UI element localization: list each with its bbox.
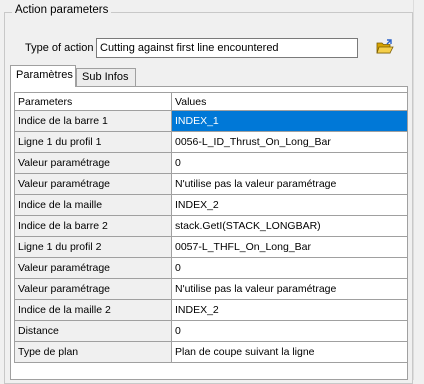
type-of-action-input[interactable] <box>96 38 358 58</box>
table-row[interactable]: Indice de la maille 2 INDEX_2 <box>14 299 408 321</box>
column-header-values[interactable]: Values <box>171 92 408 111</box>
outer-scrollbar[interactable] <box>413 0 424 380</box>
open-folder-icon <box>376 39 394 54</box>
column-header-parameters[interactable]: Parameters <box>14 92 172 111</box>
parameter-name-cell: Valeur paramétrage <box>14 152 172 174</box>
tab-parametres[interactable]: Paramètres <box>10 65 76 87</box>
parameter-value-cell[interactable]: INDEX_1 <box>171 110 408 132</box>
parameter-value-cell[interactable]: INDEX_2 <box>171 299 408 321</box>
parameter-name-cell: Indice de la maille 2 <box>14 299 172 321</box>
parameter-value-cell[interactable]: 0057-L_THFL_On_Long_Bar <box>171 236 408 258</box>
parameter-name-cell: Type de plan <box>14 341 172 363</box>
parameter-name-cell: Indice de la maille <box>14 194 172 216</box>
table-row[interactable]: Valeur paramétrage N'utilise pas la valeu… <box>14 278 408 300</box>
tab-sub-infos[interactable]: Sub Infos <box>76 68 136 86</box>
table-row[interactable]: Indice de la barre 2 stack.GetI(STACK_LON… <box>14 215 408 237</box>
parameter-value-cell[interactable]: 0 <box>171 320 408 342</box>
table-row[interactable]: Ligne 1 du profil 1 0056-L_ID_Thrust_On_L… <box>14 131 408 153</box>
table-row[interactable]: Valeur paramétrage N'utilise pas la valeu… <box>14 173 408 195</box>
parameters-grid: Parameters Values Indice de la barre 1 IN… <box>14 92 408 363</box>
parameter-name-cell: Valeur paramétrage <box>14 257 172 279</box>
type-of-action-label: Type of action <box>25 42 94 54</box>
parameter-value-cell[interactable]: 0 <box>171 257 408 279</box>
parameter-name-cell: Valeur paramétrage <box>14 173 172 195</box>
parameter-value-cell[interactable]: INDEX_2 <box>171 194 408 216</box>
group-legend: Action parameters <box>12 4 112 16</box>
parameter-name-cell: Ligne 1 du profil 1 <box>14 131 172 153</box>
table-row[interactable]: Valeur paramétrage 0 <box>14 152 408 174</box>
parameter-name-cell: Valeur paramétrage <box>14 278 172 300</box>
table-row[interactable]: Ligne 1 du profil 2 0057-L_THFL_On_Long_B… <box>14 236 408 258</box>
open-folder-button[interactable] <box>375 39 395 56</box>
parameter-value-cell[interactable]: N'utilise pas la valeur paramétrage <box>171 173 408 195</box>
table-row[interactable]: Indice de la maille INDEX_2 <box>14 194 408 216</box>
table-row[interactable]: Type de plan Plan de coupe suivant la lig… <box>14 341 408 363</box>
parameter-name-cell: Indice de la barre 1 <box>14 110 172 132</box>
parameter-value-cell[interactable]: stack.GetI(STACK_LONGBAR) <box>171 215 408 237</box>
parameter-value-cell[interactable]: Plan de coupe suivant la ligne <box>171 341 408 363</box>
table-row[interactable]: Valeur paramétrage 0 <box>14 257 408 279</box>
tab-panel-parametres: Parameters Values Indice de la barre 1 IN… <box>10 86 408 380</box>
parameter-name-cell: Distance <box>14 320 172 342</box>
parameter-value-cell[interactable]: 0 <box>171 152 408 174</box>
parameter-name-cell: Indice de la barre 2 <box>14 215 172 237</box>
parameter-value-cell[interactable]: N'utilise pas la valeur paramétrage <box>171 278 408 300</box>
table-row[interactable]: Indice de la barre 1 INDEX_1 <box>14 110 408 132</box>
table-row[interactable]: Distance 0 <box>14 320 408 342</box>
parameter-value-cell[interactable]: 0056-L_ID_Thrust_On_Long_Bar <box>171 131 408 153</box>
parameter-name-cell: Ligne 1 du profil 2 <box>14 236 172 258</box>
